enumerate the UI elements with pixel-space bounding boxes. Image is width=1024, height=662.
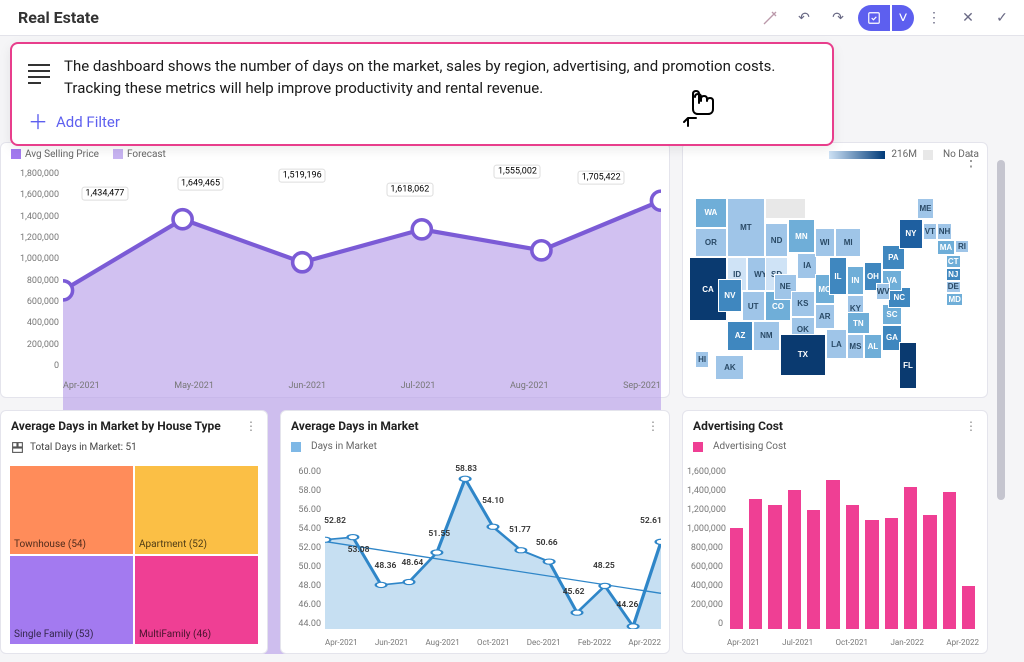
kebab-icon[interactable]: ⋮ — [920, 4, 948, 32]
confirm-icon[interactable]: ✓ — [988, 4, 1016, 32]
treemap-cell[interactable]: Apartment (52) — [134, 465, 259, 555]
bar[interactable] — [788, 490, 801, 629]
page-title: Real Estate — [18, 8, 756, 27]
sales-by-region-map: ⋮ 216MNo Data WA OR MT ID WY CA NV UT CO… — [682, 142, 988, 398]
plus-icon: ＋ — [28, 112, 48, 132]
bar[interactable] — [943, 492, 956, 629]
bar[interactable] — [885, 518, 898, 629]
x-axis: Apr-2021May-2021Jun-2021Jul-2021Aug-2021… — [63, 381, 661, 391]
card-title: Average Days in Market — [291, 419, 419, 433]
house-type-treemap-card: Average Days in Market by House Type ⋮ To… — [0, 410, 268, 654]
redo-icon[interactable]: ↷ — [824, 4, 852, 32]
bar[interactable] — [730, 528, 743, 629]
card-menu-icon[interactable]: ⋮ — [965, 419, 977, 433]
y-axis: 60.0058.0056.0054.0052.0050.0048.0046.00… — [285, 467, 321, 629]
export-button[interactable] — [858, 5, 890, 31]
treemap-cell[interactable]: MultiFamily (46) — [134, 555, 259, 645]
x-axis: Apr-2021Jun-2021Aug-2021Oct-2021Dec-2021… — [325, 638, 661, 647]
bar[interactable] — [826, 480, 839, 629]
bar[interactable] — [749, 499, 762, 629]
magic-icon[interactable] — [756, 4, 784, 32]
card-menu-icon[interactable]: ⋮ — [245, 419, 257, 433]
add-filter-label: Add Filter — [56, 113, 120, 131]
bar[interactable] — [923, 515, 936, 629]
advertising-cost-card: Advertising Cost⋮ Advertising Cost 1,600… — [682, 410, 988, 654]
treemap-cell[interactable]: Townhouse (54) — [9, 465, 134, 555]
bar[interactable] — [904, 487, 917, 629]
vertical-scrollbar[interactable] — [997, 160, 1005, 500]
avg-selling-price-chart: Avg Selling Price Forecast 1,800,0001,60… — [0, 142, 670, 398]
bar[interactable] — [768, 505, 781, 629]
card-menu-icon[interactable]: ⋮ — [963, 151, 979, 170]
cursor-pointer-icon — [680, 88, 720, 141]
y-axis: 1,600,0001,400,0001,200,0001,000,000800,… — [687, 467, 723, 629]
paragraph-icon — [28, 60, 50, 88]
undo-icon[interactable]: ↶ — [790, 4, 818, 32]
treemap[interactable]: Townhouse (54) Apartment (52) Single Fam… — [9, 465, 259, 645]
export-dropdown-icon[interactable]: ˅ — [892, 5, 914, 31]
card-menu-icon[interactable]: ⋮ — [647, 419, 659, 433]
treemap-subtitle: Total Days in Market: 51 — [1, 441, 267, 460]
card-title: Advertising Cost — [693, 419, 783, 433]
bar[interactable] — [962, 586, 975, 629]
bar[interactable] — [865, 520, 878, 629]
days-in-market-card: Average Days in Market⋮ Days in Market 6… — [280, 410, 670, 654]
x-axis: Apr-2021Jul-2021Oct-2021Jan-2022Apr-2022 — [727, 638, 979, 647]
bar[interactable] — [807, 510, 820, 629]
treemap-cell[interactable]: Single Family (53) — [9, 555, 134, 645]
card-title: Average Days in Market by House Type — [11, 419, 221, 433]
y-axis: 1,800,0001,600,0001,400,0001,200,0001,00… — [9, 169, 59, 371]
close-icon[interactable]: ✕ — [954, 4, 982, 32]
us-map[interactable]: WA OR MT ID WY CA NV UT CO AZ NM ND SD N… — [689, 181, 981, 393]
bar[interactable] — [846, 505, 859, 629]
